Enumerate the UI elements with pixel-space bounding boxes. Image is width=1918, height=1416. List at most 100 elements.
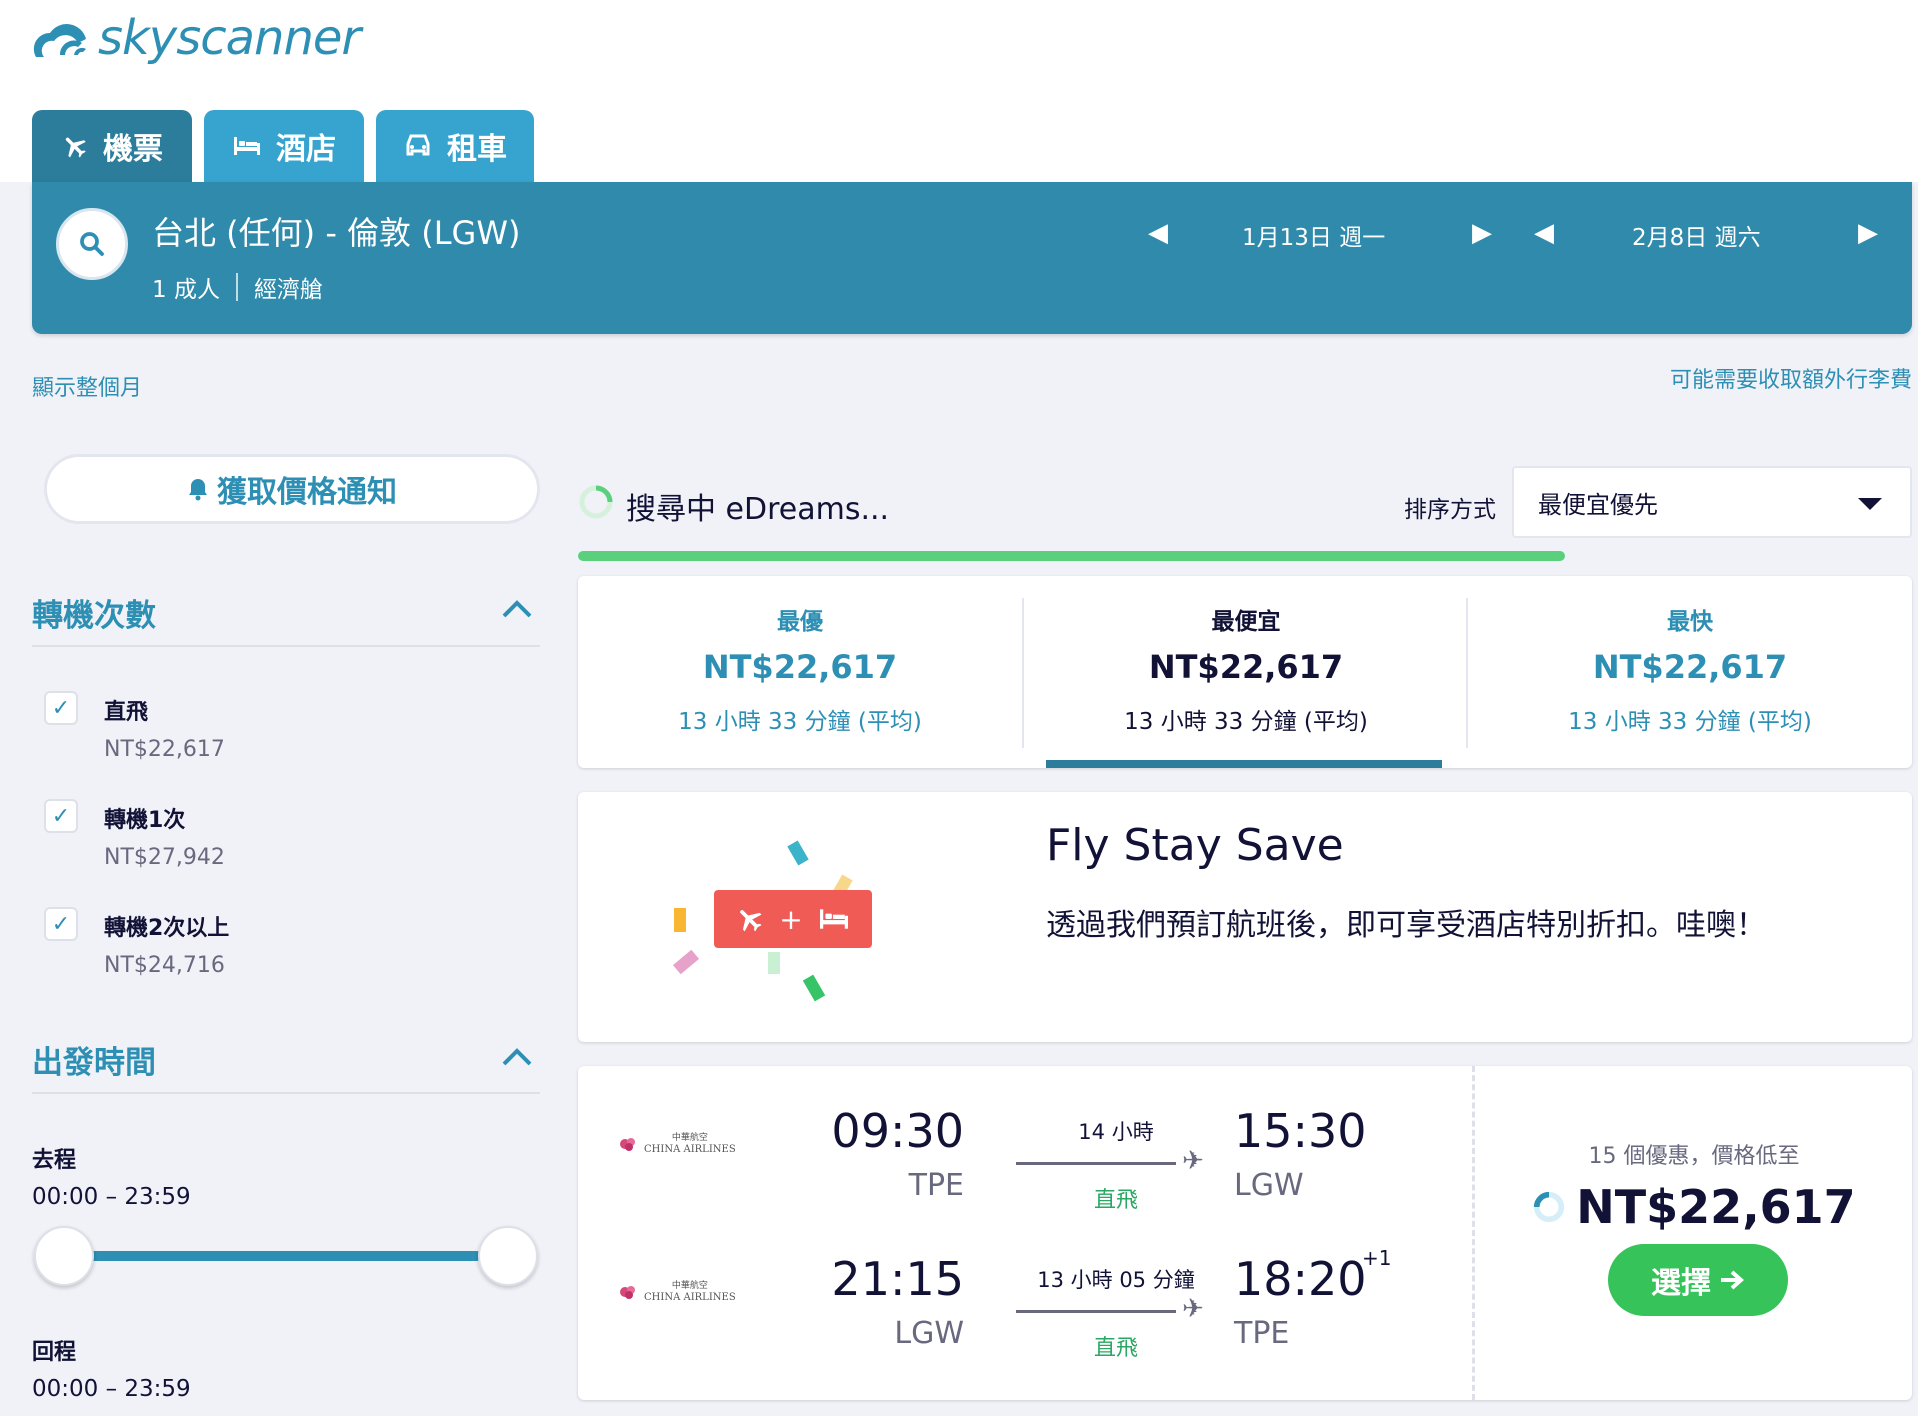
leg1-depart-airport: TPE [908,1168,964,1203]
plane-icon [65,137,86,158]
tab-cars[interactable]: 租車 [376,110,534,182]
show-month-link[interactable]: 顯示整個月 [32,370,142,402]
route-text[interactable]: 台北 (任何) - 倫敦 (LGW) [152,208,520,254]
ticket-divider [1472,1066,1475,1400]
airline-chinese-name: 中華航空 [671,1281,708,1291]
chevron-up-icon [502,600,532,618]
flight-price: NT$22,617 [1576,1180,1856,1234]
flight-result-card[interactable]: 中華航空 CHINA AIRLINES 09:30 TPE 14 小時 ✈ 直飛… [578,1066,1912,1400]
return-prev-arrow[interactable]: ◀ [1534,218,1554,248]
flight-hotel-badge: + [714,890,872,948]
brand-name: skyscanner [98,10,361,66]
divider [32,1092,540,1094]
leg2-duration: 13 小時 05 分鐘 [1037,1268,1195,1292]
passenger-cabin[interactable]: 1 成人 經濟艙 [152,270,323,304]
tab-flights[interactable]: 機票 [32,110,192,182]
outbound-slider-min-handle[interactable] [34,1226,94,1286]
loading-spinner [578,484,614,524]
search-summary-bar[interactable]: 台北 (任何) - 倫敦 (LGW) 1 成人 經濟艙 ◀ 1月13日 週一 ▶… [32,182,1912,334]
airline-name-block: 中華航空 CHINA AIRLINES [644,1280,736,1304]
car-icon [406,134,430,156]
stops-two-plus-label: 轉機2次以上 [104,916,230,941]
departure-time-section-title[interactable]: 出發時間 [32,1037,156,1082]
chevron-up-icon [502,1048,532,1066]
depart-date[interactable]: 1月13日 週一 [1242,218,1385,252]
confetti [802,974,826,1002]
spinner-icon [1534,1191,1565,1223]
leg2-day-offset: +1 [1362,1246,1392,1270]
confetti [768,952,780,974]
stops-one-checkbox[interactable]: ✓ [44,799,78,833]
plane-icon [740,910,762,932]
fly-stay-save-promo[interactable]: + Fly Stay Save 透過我們預訂航班後，即可享受酒店特別折扣。哇噢！ [578,792,1912,1042]
airline-name-block: 中華航空 CHINA AIRLINES [644,1132,736,1156]
airline-logo: 中華航空 CHINA AIRLINES [618,1132,736,1156]
passengers: 1 成人 [152,277,220,303]
baggage-fee-link[interactable]: 可能需要收取額外行李費 [1670,362,1912,394]
promo-illustration: + [668,836,918,1006]
leg1-duration: 14 小時 [1078,1120,1154,1144]
tab-label: 租車 [447,132,507,167]
summary-fastest-duration: 13 小時 33 分鐘 (平均) [1568,709,1812,735]
stops-one-label: 轉機1次 [104,808,186,833]
summary-best-label: 最優 [777,609,823,635]
sort-select[interactable]: 最便宜優先 [1512,466,1912,538]
outbound-label: 去程 [32,1148,77,1173]
return-next-arrow[interactable]: ▶ [1858,218,1878,248]
stops-collapse-toggle[interactable] [500,596,534,624]
divider [32,645,540,647]
summary-fastest[interactable]: 最快 NT$22,617 13 小時 33 分鐘 (平均) [1468,576,1912,768]
depart-prev-arrow[interactable]: ◀ [1148,218,1168,248]
stops-direct-checkbox[interactable]: ✓ [44,691,78,725]
times-collapse-toggle[interactable] [500,1044,534,1072]
skyscanner-logo[interactable]: skyscanner [30,6,361,70]
promo-title: Fly Stay Save [1046,820,1344,871]
summary-cheapest-price: NT$22,617 [1148,648,1344,686]
select-label: 選擇 [1651,1266,1711,1301]
summary-best-price: NT$22,617 [702,648,898,686]
summary-fastest-price: NT$22,617 [1592,648,1788,686]
bed-icon [819,909,848,929]
summary-best[interactable]: 最優 NT$22,617 13 小時 33 分鐘 (平均) [578,576,1022,768]
leg1-plane-icon: ✈ [1182,1146,1204,1176]
leg1-depart-time: 09:30 [831,1104,964,1158]
check-icon: ✓ [51,803,71,829]
outbound-slider-track[interactable] [62,1251,482,1261]
stops-section-title[interactable]: 轉機次數 [32,590,156,635]
chevron-down-icon [1858,498,1882,510]
price-alert-button[interactable]: 獲取價格通知 [44,454,540,524]
return-date[interactable]: 2月8日 週六 [1632,218,1761,252]
outbound-slider-max-handle[interactable] [478,1226,538,1286]
depart-next-arrow[interactable]: ▶ [1472,218,1492,248]
search-button[interactable] [56,208,128,280]
confetti [672,949,700,975]
airline-name: CHINA AIRLINES [644,1144,736,1155]
arrow-right-icon [1721,1270,1745,1290]
confetti [674,908,686,932]
price-row: NT$22,617 [1476,1180,1912,1234]
return-range: 00:00 – 23:59 [32,1376,191,1402]
stops-direct-label: 直飛 [104,700,149,725]
summary-cheapest-label: 最便宜 [1211,609,1281,635]
promo-text: 透過我們預訂航班後，即可享受酒店特別折扣。哇噢！ [1046,908,1766,943]
selected-tab-indicator [1046,760,1442,768]
leg2-depart-airport: LGW [894,1316,964,1351]
skyscanner-cloud-icon [33,24,86,57]
stops-one-price: NT$27,942 [104,845,225,870]
leg2-arrive-airport: TPE [1234,1316,1290,1351]
spinner-icon [579,485,613,519]
china-airlines-logo-icon [620,1286,635,1299]
summary-tabs: 最優 NT$22,617 13 小時 33 分鐘 (平均) 最便宜 NT$22,… [578,576,1912,768]
leg1-arrive-airport: LGW [1234,1168,1304,1203]
tab-hotels[interactable]: 酒店 [204,110,364,182]
check-icon: ✓ [51,911,71,937]
airline-name: CHINA AIRLINES [644,1292,736,1303]
leg2-plane-icon: ✈ [1182,1294,1204,1324]
summary-cheapest[interactable]: 最便宜 NT$22,617 13 小時 33 分鐘 (平均) [1024,576,1468,768]
leg2-line [1016,1310,1176,1313]
sort-label: 排序方式 [1404,497,1496,523]
stops-two-plus-checkbox[interactable]: ✓ [44,907,78,941]
price-alert-label: 獲取價格通知 [217,475,397,510]
bed-icon [234,137,260,155]
select-flight-button[interactable]: 選擇 [1608,1244,1788,1316]
